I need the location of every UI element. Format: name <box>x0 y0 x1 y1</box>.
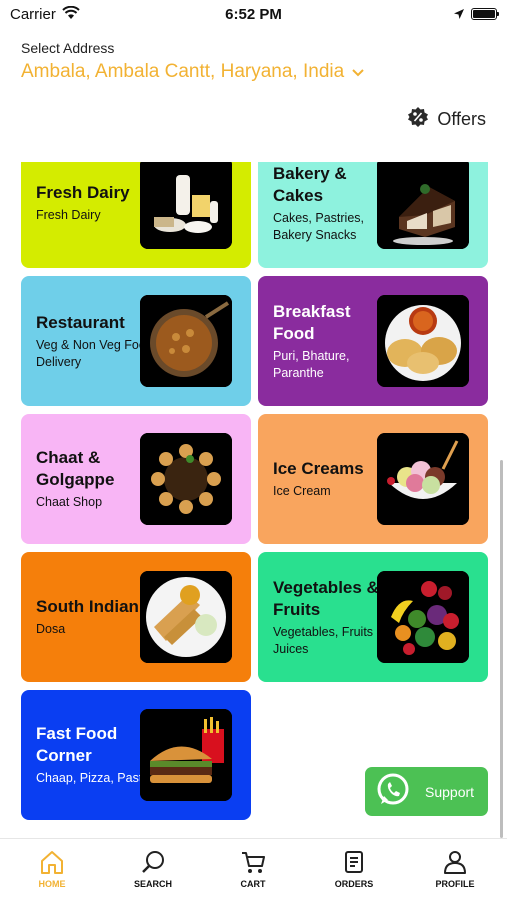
address-text: Ambala, Ambala Cantt, Haryana, India <box>21 61 345 82</box>
bottom-tab-bar: HOME SEARCH CART ORDERS PROFILE <box>0 838 507 901</box>
dosa-plate-image <box>140 571 232 663</box>
tab-orders[interactable]: ORDERS <box>314 849 394 889</box>
category-subtitle: Ice Cream <box>273 484 331 498</box>
category-card-vegetables-fruits[interactable]: Vegetables & Fruits Vegetables, Fruits &… <box>258 552 488 682</box>
tab-label: SEARCH <box>133 879 172 889</box>
category-card-breakfast-food[interactable]: Breakfast Food Puri, Bhature, Paranthe <box>258 276 488 406</box>
tab-label: HOME <box>38 879 66 889</box>
tab-home[interactable]: HOME <box>12 849 92 889</box>
category-title: Chaat & Golgappe <box>36 448 115 489</box>
scrollbar[interactable] <box>500 460 503 838</box>
profile-icon <box>444 851 466 874</box>
category-card-chaat-golgappe[interactable]: Chaat & Golgappe Chaat Shop <box>21 414 251 544</box>
category-grid: Fresh Dairy Fresh Dairy Bakery & Cakes C… <box>0 162 507 840</box>
whatsapp-support-button[interactable]: Support <box>365 767 488 816</box>
category-title: South Indian <box>36 597 139 616</box>
home-icon <box>41 851 63 874</box>
offers-button[interactable]: Offers <box>407 106 486 133</box>
category-subtitle: Chaat Shop <box>36 495 103 509</box>
cake-image <box>377 162 469 249</box>
tab-search[interactable]: SEARCH <box>113 849 193 889</box>
category-title: Ice Creams <box>273 459 364 478</box>
status-time: 6:52 PM <box>225 6 282 23</box>
offers-label: Offers <box>437 109 486 129</box>
vegetables-fruits-image <box>377 571 469 663</box>
category-card-fast-food-corner[interactable]: Fast Food Corner Chaap, Pizza, Pasta <box>21 690 251 820</box>
category-title: Vegetables & Fruits <box>273 577 379 619</box>
tab-label: ORDERS <box>334 879 374 889</box>
dairy-products-image <box>140 162 232 249</box>
golgappe-image <box>140 433 232 525</box>
cart-icon <box>242 852 265 873</box>
battery-icon <box>471 8 499 20</box>
category-card-bakery-cakes[interactable]: Bakery & Cakes Cakes, Pastries, Bakery S… <box>258 162 488 268</box>
support-label: Support <box>425 783 475 800</box>
chevron-down-icon <box>352 61 364 83</box>
category-card-restaurant[interactable]: Restaurant Veg & Non Veg Food Delivery <box>21 276 251 406</box>
category-subtitle: Veg & Non Veg Food Delivery <box>36 337 153 369</box>
whatsapp-icon <box>375 772 411 811</box>
category-subtitle: Vegetables, Fruits & Juices <box>273 624 385 656</box>
select-address-label: Select Address <box>21 40 115 56</box>
category-card-south-indian[interactable]: South Indian Dosa <box>21 552 251 682</box>
category-title: Fast Food Corner <box>36 724 118 765</box>
tab-cart[interactable]: CART <box>213 849 293 889</box>
location-arrow-icon <box>453 7 465 25</box>
tab-label: PROFILE <box>435 879 475 889</box>
search-icon <box>142 851 164 873</box>
tab-profile[interactable]: PROFILE <box>415 849 495 889</box>
burger-fries-image <box>140 709 232 801</box>
address-selector[interactable]: Ambala, Ambala Cantt, Haryana, India <box>21 61 364 83</box>
category-subtitle: Dosa <box>36 622 66 636</box>
curry-bowl-image <box>140 295 232 387</box>
orders-icon <box>345 851 363 873</box>
category-title: Bakery & Cakes <box>273 163 347 205</box>
category-title: Fresh Dairy <box>36 183 130 202</box>
puri-plate-image <box>377 295 469 387</box>
category-card-ice-creams[interactable]: Ice Creams Ice Cream <box>258 414 488 544</box>
status-bar: Carrier 6:52 PM <box>0 0 507 30</box>
tab-label: CART <box>240 879 266 889</box>
category-subtitle: Chaap, Pizza, Pasta <box>36 771 150 785</box>
discount-badge-icon <box>407 106 429 133</box>
category-subtitle: Fresh Dairy <box>36 208 101 222</box>
category-subtitle: Puri, Bhature, Paranthe <box>273 348 350 380</box>
category-title: Restaurant <box>36 312 125 332</box>
category-title: Breakfast Food <box>273 301 351 343</box>
ice-cream-bowl-image <box>377 433 469 525</box>
category-card-fresh-dairy[interactable]: Fresh Dairy Fresh Dairy <box>21 162 251 268</box>
category-subtitle: Cakes, Pastries, Bakery Snacks <box>273 210 365 242</box>
